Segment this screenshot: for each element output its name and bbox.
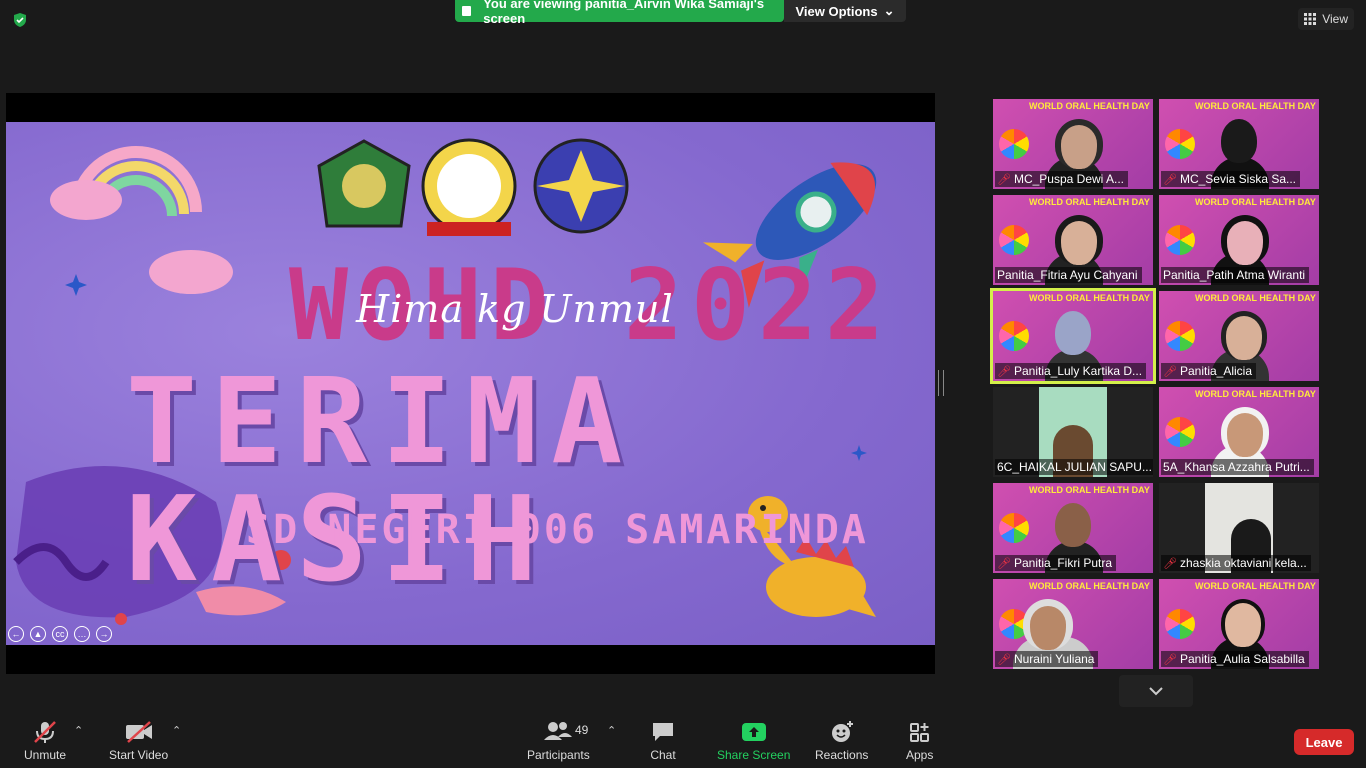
- participant-tile[interactable]: WORLD ORAL HEALTH DAY 🎤︎ Panitia_Alicia: [1159, 291, 1319, 381]
- chevron-down-icon: ⌄: [883, 3, 895, 18]
- share-screen-label: Share Screen: [717, 748, 791, 762]
- next-slide-icon[interactable]: →: [96, 626, 112, 642]
- chat-icon: [653, 723, 673, 741]
- participant-name: zhaskia oktaviani kela...: [1179, 556, 1307, 570]
- participant-tile[interactable]: WORLD ORAL HEALTH DAY Panitia_Patih Atma…: [1159, 195, 1319, 285]
- share-screen-button[interactable]: Share Screen: [717, 720, 790, 762]
- viewing-screen-banner: You are viewing panitia_Airvin Wika Sami…: [455, 0, 784, 26]
- screen-share-indicator-icon: [462, 6, 472, 16]
- participant-tile[interactable]: WORLD ORAL HEALTH DAY 🎤︎ MC_Sevia Siska S…: [1159, 99, 1319, 189]
- reactions-label: Reactions: [815, 748, 869, 762]
- security-shield-icon[interactable]: [12, 12, 28, 28]
- muted-mic-icon: 🎤︎: [1163, 365, 1177, 378]
- apps-button[interactable]: Apps: [906, 720, 933, 762]
- participant-tile[interactable]: WORLD ORAL HEALTH DAY 🎤︎ Nuraini Yuliana: [993, 579, 1153, 669]
- muted-mic-icon: 🎤︎: [997, 653, 1011, 666]
- participant-tile[interactable]: WORLD ORAL HEALTH DAY 5A_Khansa Azzahra …: [1159, 387, 1319, 477]
- participant-tile[interactable]: WORLD ORAL HEALTH DAY Panitia_Fitria Ayu…: [993, 195, 1153, 285]
- participants-icon: [544, 722, 573, 740]
- participants-count: 49: [575, 723, 589, 737]
- muted-mic-icon: 🎤︎: [1163, 653, 1177, 666]
- panel-resize-handle[interactable]: [938, 370, 944, 396]
- chat-button[interactable]: Chat: [650, 720, 676, 762]
- participant-tile[interactable]: WORLD ORAL HEALTH DAY 🎤︎ Panitia_Aulia Sa…: [1159, 579, 1319, 669]
- thanks-headline: TERIMA KASIH: [126, 352, 637, 608]
- reactions-button[interactable]: Reactions: [815, 720, 868, 762]
- participant-name: Panitia_Aulia Salsabilla: [1179, 652, 1305, 666]
- share-screen-icon: [741, 723, 766, 741]
- start-video-label: Start Video: [109, 748, 169, 762]
- muted-mic-icon: 🎤︎: [997, 365, 1011, 378]
- start-video-button[interactable]: Start Video: [109, 720, 168, 762]
- presentation-slide: WOHD 2022 Hima kg Unmul TERIMA KASIH SD …: [6, 122, 935, 645]
- participants-options-chevron-icon[interactable]: ⌃: [607, 724, 616, 737]
- presentation-controls: ← ▲ cc … →: [8, 626, 112, 642]
- muted-mic-icon: 🎤︎: [997, 173, 1011, 186]
- chevron-down-icon: [1149, 687, 1163, 696]
- muted-mic-icon: 🎤︎: [1163, 173, 1177, 186]
- unmute-label: Unmute: [24, 748, 67, 762]
- view-options-label: View Options: [795, 3, 878, 19]
- participant-name: MC_Sevia Siska Sa...: [1179, 172, 1297, 186]
- participants-label: Participants: [527, 748, 590, 762]
- reactions-icon: [831, 721, 853, 742]
- video-options-chevron-icon[interactable]: ⌃: [172, 724, 181, 737]
- participant-name: MC_Puspa Dewi A...: [1013, 172, 1125, 186]
- participant-name: 6C_HAIKAL JULIAN SAPU...: [997, 460, 1152, 474]
- participant-name: Panitia_Alicia: [1179, 364, 1253, 378]
- pointer-icon[interactable]: ▲: [30, 626, 46, 642]
- muted-mic-icon: 🎤︎: [1163, 557, 1177, 570]
- view-button[interactable]: View: [1298, 8, 1354, 30]
- participant-tile[interactable]: 6C_HAIKAL JULIAN SAPU...: [993, 387, 1153, 477]
- view-label: View: [1322, 12, 1348, 26]
- participant-tile[interactable]: WORLD ORAL HEALTH DAY 🎤︎ Panitia_Fikri Pu…: [993, 483, 1153, 573]
- participant-name: Panitia_Luly Kartika D...: [1013, 364, 1143, 378]
- participant-tile-active-speaker[interactable]: WORLD ORAL HEALTH DAY 🎤︎ Panitia_Luly Kar…: [990, 288, 1156, 384]
- chat-label: Chat: [650, 748, 676, 762]
- view-options-button[interactable]: View Options ⌄: [784, 0, 906, 22]
- participant-name: Panitia_Patih Atma Wiranti: [1163, 268, 1306, 282]
- meeting-toolbar: Unmute ⌃ Start Video ⌃ Participants 49 ⌃…: [0, 712, 1366, 768]
- participant-tile[interactable]: WORLD ORAL HEALTH DAY 🎤︎ MC_Puspa Dewi A.…: [993, 99, 1153, 189]
- participant-name: Nuraini Yuliana: [1013, 652, 1095, 666]
- institution-logos: [317, 138, 629, 236]
- participant-name: 5A_Khansa Azzahra Putri...: [1163, 460, 1310, 474]
- camera-off-icon: [125, 721, 152, 743]
- organizer-script-text: Hima kg Unmul: [356, 287, 674, 331]
- gallery-next-page-button[interactable]: [1119, 675, 1193, 707]
- leave-button[interactable]: Leave: [1294, 729, 1354, 755]
- captions-icon[interactable]: cc: [52, 626, 68, 642]
- grid-view-icon: [1304, 13, 1317, 25]
- unmute-button[interactable]: Unmute: [24, 720, 66, 762]
- school-name: SD NEGERI 006 SAMARINDA: [246, 507, 869, 553]
- previous-slide-icon[interactable]: ←: [8, 626, 24, 642]
- banner-text: You are viewing panitia_Airvin Wika Sami…: [483, 0, 765, 26]
- apps-label: Apps: [906, 748, 934, 762]
- participant-tile[interactable]: 🎤︎ zhaskia oktaviani kela...: [1159, 483, 1319, 573]
- more-options-icon[interactable]: …: [74, 626, 90, 642]
- audio-options-chevron-icon[interactable]: ⌃: [74, 724, 83, 737]
- muted-mic-icon: 🎤︎: [997, 557, 1011, 570]
- participant-name: Panitia_Fikri Putra: [1013, 556, 1113, 570]
- apps-icon: [909, 723, 929, 742]
- participant-name: Panitia_Fitria Ayu Cahyani: [997, 268, 1138, 282]
- microphone-muted-icon: [34, 721, 56, 743]
